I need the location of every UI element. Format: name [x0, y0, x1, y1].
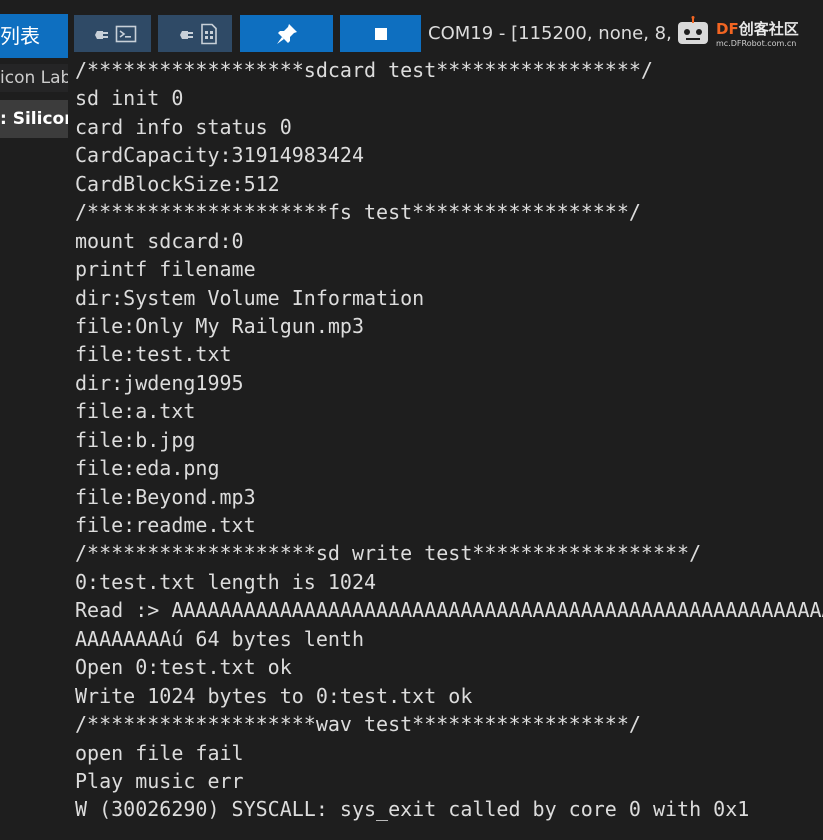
toolbar: COM19 - [115200, none, 8, 1] DF创客社区 mc.D…: [70, 12, 823, 56]
terminal-line: /********************fs test************…: [75, 200, 641, 225]
pin-icon: [276, 23, 297, 44]
watermark-brand-df: DF: [716, 20, 739, 38]
terminal-line: Write 1024 bytes to 0:test.txt ok: [75, 683, 473, 708]
terminal-line: file:a.txt: [75, 399, 196, 424]
file-icon: [200, 23, 217, 44]
terminal-line: file:Only My Railgun.mp3: [75, 313, 364, 338]
stop-icon: [374, 27, 387, 40]
terminal-line: 0:test.txt length is 1024: [75, 569, 377, 594]
serial-monitor-window: 列表 icon Lab : Silicon: [0, 0, 823, 840]
stop-button[interactable]: [340, 15, 421, 52]
plug-icon: [174, 30, 193, 39]
serial-file-button[interactable]: [158, 15, 232, 52]
terminal-line: file:test.txt: [75, 342, 232, 367]
sidebar-item-silicon-labs[interactable]: icon Lab: [0, 64, 68, 92]
port-status-label: COM19 - [115200, none, 8, 1]: [428, 23, 697, 44]
watermark-brand: DF创客社区: [716, 18, 799, 39]
serial-terminal-button[interactable]: [74, 15, 151, 52]
sidebar-item-silicon-selected[interactable]: : Silicon: [0, 100, 68, 138]
terminal-line: W (30026290) SYSCALL: sys_exit called by…: [75, 797, 750, 822]
terminal-line: /*******************wav test************…: [75, 712, 641, 737]
terminal-line: mount sdcard:0: [75, 228, 244, 253]
terminal-line: file:b.jpg: [75, 427, 196, 452]
terminal-line: CardBlockSize:512: [75, 171, 280, 196]
terminal-line: Read :> AAAAAAAAAAAAAAAAAAAAAAAAAAAAAAAA…: [75, 598, 823, 623]
terminal-line: printf filename: [75, 257, 256, 282]
plug-icon: [90, 30, 108, 39]
terminal-line: /******************sdcard test**********…: [75, 58, 653, 82]
terminal-line: file:readme.txt: [75, 513, 256, 537]
terminal-line: AAAAAAAAú 64 bytes lenth: [75, 626, 364, 651]
terminal-line: open file fail: [75, 740, 244, 765]
terminal-line: file:eda.png: [75, 456, 220, 481]
terminal-line: card info status 0: [75, 114, 292, 139]
terminal-line: sd init 0: [75, 86, 184, 111]
watermark-url: mc.DFRobot.com.cn: [716, 39, 797, 48]
terminal-line: dir:jwdeng1995: [75, 370, 244, 395]
dfrobot-watermark: DF创客社区 mc.DFRobot.com.cn: [670, 10, 823, 52]
terminal-line: /*******************sd write test*******…: [75, 541, 702, 566]
watermark-brand-rest: 创客社区: [738, 20, 799, 38]
sidebar: 列表 icon Lab : Silicon: [0, 0, 68, 840]
terminal-icon: [115, 25, 137, 42]
terminal-line: Play music err: [75, 768, 244, 793]
pin-button[interactable]: [240, 15, 333, 52]
terminal-line: Open 0:test.txt ok: [75, 655, 292, 680]
terminal-line: CardCapacity:31914983424: [75, 143, 364, 168]
serial-output-panel[interactable]: /******************sdcard test**********…: [75, 56, 823, 840]
sidebar-tab-list[interactable]: 列表: [0, 14, 68, 58]
robot-logo-icon: [678, 16, 708, 44]
terminal-line: file:Beyond.mp3: [75, 484, 256, 509]
terminal-line: dir:System Volume Information: [75, 285, 425, 310]
